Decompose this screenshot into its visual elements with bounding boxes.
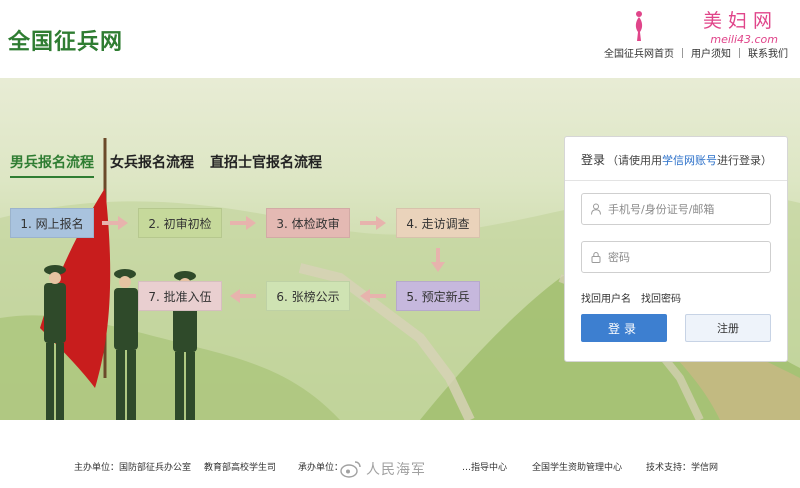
tab-nco-process[interactable]: 直招士官报名流程 xyxy=(210,152,322,178)
weibo-watermark: 人民海军 xyxy=(340,456,426,482)
login-hint-suffix: 进行登录） xyxy=(717,154,773,167)
link-divider xyxy=(739,47,740,58)
login-header: 登录 （请使用用 学信网账号 进行登录） xyxy=(565,137,787,181)
arrow-right-icon xyxy=(230,216,256,230)
footer-organizer: …指导中心 xyxy=(462,463,508,473)
weibo-watermark-text: 人民海军 xyxy=(366,462,426,478)
header: 全国征兵网 美妇网 meili43.com 全国征兵网首页 用户须知 联系我们 xyxy=(0,0,800,78)
site-logo[interactable]: 全国征兵网 xyxy=(8,24,123,56)
arrow-left-icon xyxy=(360,289,386,303)
password-input[interactable] xyxy=(608,250,768,264)
login-hint-link[interactable]: 学信网账号 xyxy=(662,152,717,168)
password-field[interactable] xyxy=(581,241,771,273)
arrow-right-icon xyxy=(360,216,386,230)
arrow-left-icon xyxy=(230,289,256,303)
footer-aid-center: 全国学生资助管理中心 xyxy=(532,463,623,473)
footer: 主办单位：国防部征兵办公室 教育部高校学生司 承办单位： …指导中心 全国学生资… xyxy=(0,420,800,488)
register-button[interactable]: 注册 xyxy=(685,314,771,342)
username-input[interactable] xyxy=(608,202,768,216)
login-button[interactable]: 登录 xyxy=(581,314,667,342)
username-field[interactable] xyxy=(581,193,771,225)
top-links: 全国征兵网首页 用户须知 联系我们 xyxy=(604,45,788,60)
step-online-registration[interactable]: 1. 网上报名 xyxy=(10,208,94,238)
login-title: 登录 xyxy=(581,153,606,167)
step-approve-enlistment[interactable]: 7. 批准入伍 xyxy=(138,281,222,311)
step-visit-investigation[interactable]: 4. 走访调查 xyxy=(396,208,480,238)
lock-icon xyxy=(591,251,601,263)
step-preselect-recruits[interactable]: 5. 预定新兵 xyxy=(396,281,480,311)
step-physical-exam[interactable]: 3. 体检政审 xyxy=(266,208,350,238)
female-silhouette-icon xyxy=(635,11,643,41)
tab-female-process[interactable]: 女兵报名流程 xyxy=(110,152,194,178)
step-public-notice[interactable]: 6. 张榜公示 xyxy=(266,281,350,311)
login-panel: 登录 （请使用用 学信网账号 进行登录） 找回用户名 找回密码 登录 注册 xyxy=(564,136,788,362)
step-initial-review[interactable]: 2. 初审初检 xyxy=(138,208,222,238)
find-username-link[interactable]: 找回用户名 xyxy=(581,290,631,305)
weibo-icon xyxy=(340,461,361,478)
footer-sponsor: 主办单位：国防部征兵办公室 xyxy=(74,463,192,473)
link-contact[interactable]: 联系我们 xyxy=(748,45,788,60)
link-divider xyxy=(682,47,683,58)
footer-organizer-label: 承办单位： xyxy=(298,463,344,473)
watermark-title: 美妇网 xyxy=(702,10,778,32)
page: 全国征兵网 美妇网 meili43.com 全国征兵网首页 用户须知 联系我们 xyxy=(0,0,800,488)
process-tabs: 男兵报名流程 女兵报名流程 直招士官报名流程 xyxy=(10,152,322,178)
footer-sponsor-2: 教育部高校学生司 xyxy=(204,463,277,473)
login-hint-prefix: （请使用用 xyxy=(607,154,663,167)
link-user-notice[interactable]: 用户须知 xyxy=(691,45,731,60)
find-password-link[interactable]: 找回密码 xyxy=(641,290,681,305)
tab-male-process[interactable]: 男兵报名流程 xyxy=(10,152,94,178)
user-icon xyxy=(591,203,601,215)
footer-tech-support: 技术支持：学信网 xyxy=(646,463,719,473)
watermark-logo: 美妇网 meili43.com xyxy=(628,6,778,50)
recover-links: 找回用户名 找回密码 xyxy=(581,290,681,305)
arrow-right-icon xyxy=(102,216,128,230)
arrow-down-icon xyxy=(431,248,445,272)
link-home[interactable]: 全国征兵网首页 xyxy=(604,45,674,60)
